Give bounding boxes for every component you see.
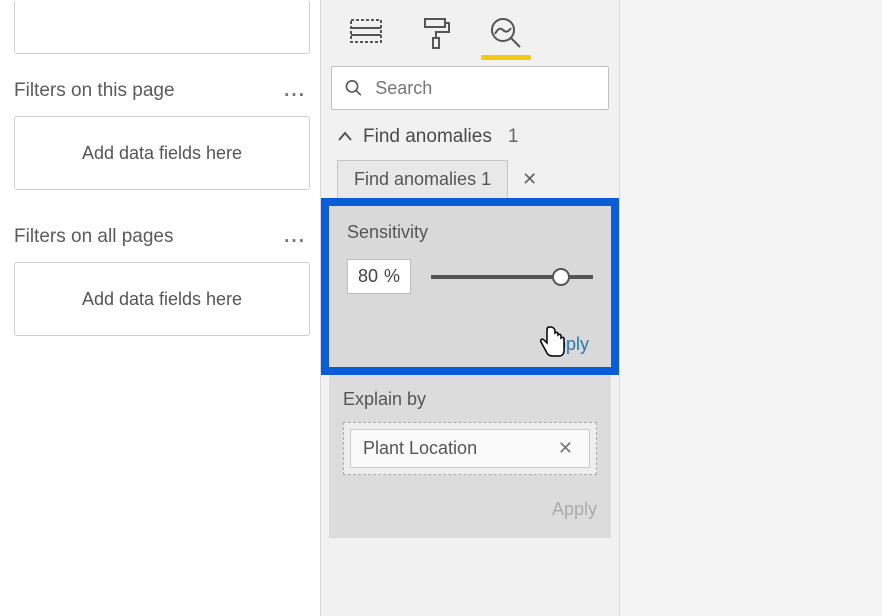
filters-allpages-dropzone[interactable]: Add data fields here bbox=[14, 262, 310, 336]
more-icon[interactable]: ... bbox=[284, 226, 310, 248]
sensitivity-label: Sensitivity bbox=[347, 222, 593, 243]
build-visual-tab[interactable] bbox=[349, 16, 383, 56]
filters-page-header: Filters on this page bbox=[14, 80, 175, 102]
field-chip[interactable]: Plant Location ✕ bbox=[350, 429, 590, 468]
dropzone-text: Add data fields here bbox=[82, 289, 242, 310]
sensitivity-card-highlighted: Sensitivity 80 % Apply bbox=[321, 198, 619, 375]
filters-all-pages-header: Filters on all pages bbox=[14, 226, 173, 248]
filters-all-pages-header-row: Filters on all pages ... bbox=[14, 226, 310, 248]
explain-by-label: Explain by bbox=[343, 389, 597, 410]
more-icon[interactable]: ... bbox=[284, 80, 310, 102]
visualizations-analytics-panel: Find anomalies 1 Find anomalies 1 ✕ Sens… bbox=[320, 0, 620, 616]
sensitivity-controls: 80 % bbox=[347, 259, 593, 294]
anomaly-tab-row: Find anomalies 1 ✕ bbox=[337, 160, 619, 198]
apply-button-disabled: Apply bbox=[343, 499, 597, 520]
dropzone-text: Add data fields here bbox=[82, 143, 242, 164]
active-tab-underline bbox=[481, 55, 531, 60]
accordion-title: Find anomalies bbox=[363, 126, 492, 148]
filter-card-collapsed[interactable] bbox=[14, 0, 310, 54]
anomaly-tab[interactable]: Find anomalies 1 bbox=[337, 160, 508, 198]
search-icon bbox=[344, 77, 363, 99]
remove-field-icon[interactable]: ✕ bbox=[554, 438, 577, 459]
chevron-up-icon bbox=[337, 129, 353, 145]
analytics-magnifier-icon bbox=[489, 16, 523, 50]
find-anomalies-accordion[interactable]: Find anomalies 1 bbox=[321, 110, 619, 160]
percent-unit: % bbox=[384, 266, 400, 287]
slider-thumb[interactable] bbox=[552, 268, 570, 286]
search-input[interactable] bbox=[375, 78, 596, 99]
filters-panel: Filters on this page ... Add data fields… bbox=[0, 0, 320, 616]
sensitivity-value: 80 bbox=[358, 266, 378, 287]
format-visual-tab[interactable] bbox=[419, 16, 453, 56]
search-box[interactable] bbox=[331, 66, 609, 110]
explain-field-well[interactable]: Plant Location ✕ bbox=[343, 422, 597, 475]
pane-tabs bbox=[321, 0, 619, 56]
apply-button[interactable]: Apply bbox=[347, 334, 593, 355]
sensitivity-value-input[interactable]: 80 % bbox=[347, 259, 411, 294]
analytics-tab[interactable] bbox=[489, 16, 523, 56]
filters-page-header-row: Filters on this page ... bbox=[14, 80, 310, 102]
filters-page-dropzone[interactable]: Add data fields here bbox=[14, 116, 310, 190]
explain-by-card: Explain by Plant Location ✕ Apply bbox=[329, 375, 611, 538]
table-icon bbox=[349, 16, 383, 50]
close-icon[interactable]: ✕ bbox=[508, 169, 551, 190]
sensitivity-slider[interactable] bbox=[431, 275, 593, 279]
canvas-area bbox=[620, 0, 882, 616]
paint-roller-icon bbox=[419, 16, 453, 50]
field-chip-label: Plant Location bbox=[363, 438, 477, 459]
accordion-count: 1 bbox=[508, 126, 519, 148]
